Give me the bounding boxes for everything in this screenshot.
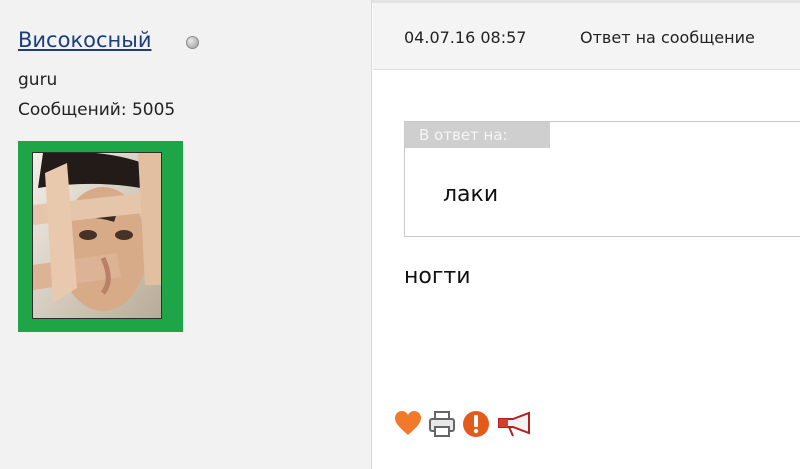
avatar[interactable] — [32, 152, 162, 319]
printer-icon[interactable] — [427, 409, 459, 441]
user-rank: guru — [18, 70, 58, 90]
post-date: 04.07.16 08:57 — [404, 28, 527, 47]
offline-status-dot — [186, 36, 199, 49]
avatar-image — [33, 153, 161, 318]
avatar-frame — [18, 141, 183, 332]
user-post-count: Сообщений: 5005 — [18, 100, 176, 120]
reply-to-message-link[interactable]: Ответ на сообщение — [580, 28, 755, 47]
post-actions — [393, 409, 543, 443]
quoted-text: лаки — [443, 182, 499, 207]
warning-icon[interactable] — [461, 409, 493, 441]
username-link[interactable]: Високосный — [18, 28, 152, 52]
heart-icon[interactable] — [393, 409, 425, 441]
message-body: ногти — [404, 264, 471, 289]
quote-block: В ответ на: лаки — [404, 121, 800, 237]
user-info-panel: Високосный guru Сообщений: 5005 — [0, 0, 372, 469]
megaphone-icon[interactable] — [495, 409, 535, 441]
quote-label: В ответ на: — [405, 122, 550, 148]
